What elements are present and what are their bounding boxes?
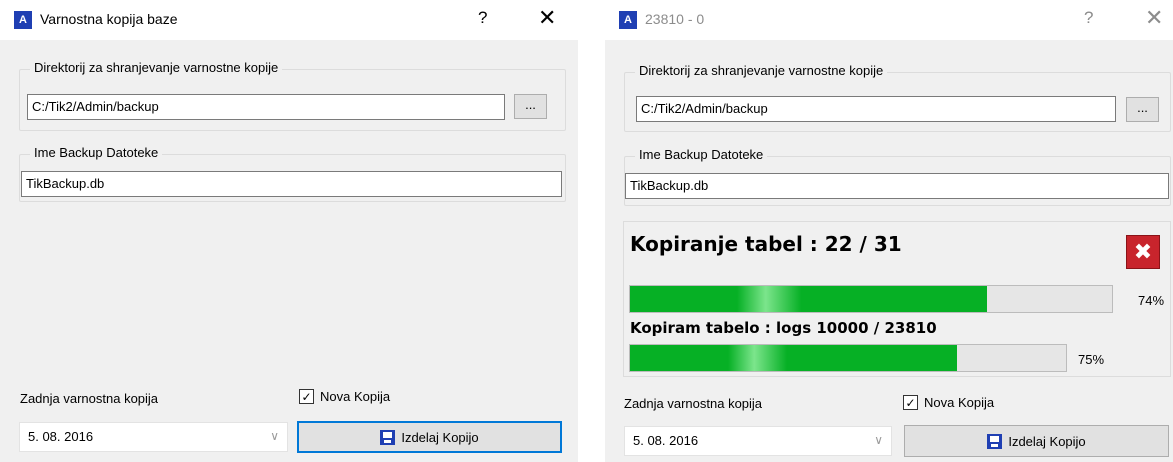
cancel-button[interactable]: ✖	[1126, 235, 1160, 269]
directory-group-label: Direktorij za shranjevanje varnostne kop…	[635, 63, 888, 78]
save-icon	[987, 433, 1003, 449]
rows-percent-label: 75%	[1078, 352, 1105, 367]
last-backup-label: Zadnja varnostna kopija	[20, 391, 159, 406]
filename-group-label: Ime Backup Datoteke	[635, 147, 768, 162]
directory-input[interactable]: C:/Tik2/Admin/backup	[636, 96, 1116, 122]
make-copy-button[interactable]: Izdelaj Kopijo	[297, 421, 562, 453]
chevron-down-icon[interactable]: ∨	[270, 429, 279, 443]
date-picker[interactable]: 5. 08. 2016 ∨	[19, 422, 288, 452]
app-icon: A	[619, 11, 637, 29]
new-copy-checkbox[interactable]: ✓ Nova Kopija	[903, 395, 994, 410]
title-bar[interactable]: A 23810 - 0 ? ✕	[605, 0, 1173, 40]
browse-button[interactable]: ...	[514, 94, 547, 119]
new-copy-label: Nova Kopija	[320, 389, 391, 404]
date-value: 5. 08. 2016	[633, 433, 699, 448]
current-table-label: Kopiram tabelo : logs 10000 / 23810	[630, 319, 937, 337]
tables-progress-fill	[630, 286, 987, 312]
window-title: Varnostna kopija baze	[40, 11, 178, 27]
close-button[interactable]: ✕	[1145, 5, 1163, 31]
save-icon	[380, 429, 396, 445]
new-copy-label: Nova Kopija	[924, 395, 995, 410]
app-icon: A	[14, 11, 32, 29]
help-button[interactable]: ?	[1084, 8, 1093, 28]
browse-button[interactable]: ...	[1126, 97, 1159, 122]
progress-panel: Kopiranje tabel : 22 / 31 ✖ 74% Kopiram …	[623, 221, 1171, 377]
tables-percent-label: 74%	[1138, 293, 1165, 308]
title-bar[interactable]: A Varnostna kopija baze ? ✕	[0, 0, 578, 40]
directory-group-label: Direktorij za shranjevanje varnostne kop…	[30, 60, 283, 75]
close-button[interactable]: ✕	[538, 5, 556, 31]
date-picker[interactable]: 5. 08. 2016 ∨	[624, 426, 892, 456]
cancel-icon: ✖	[1133, 239, 1153, 264]
filename-group-label: Ime Backup Datoteke	[30, 145, 163, 160]
checkbox-box[interactable]: ✓	[299, 389, 314, 404]
chevron-down-icon[interactable]: ∨	[874, 433, 883, 447]
make-copy-label: Izdelaj Kopijo	[1008, 433, 1086, 449]
rows-progress-bar	[629, 344, 1067, 372]
checkbox-box[interactable]: ✓	[903, 395, 918, 410]
directory-input[interactable]: C:/Tik2/Admin/backup	[27, 94, 505, 120]
table-progress-heading: Kopiranje tabel : 22 / 31	[630, 232, 902, 256]
tables-progress-bar	[629, 285, 1113, 313]
rows-progress-fill	[630, 345, 957, 371]
last-backup-label: Zadnja varnostna kopija	[624, 396, 763, 411]
new-copy-checkbox[interactable]: ✓ Nova Kopija	[299, 389, 390, 404]
make-copy-button[interactable]: Izdelaj Kopijo	[904, 425, 1169, 457]
make-copy-label: Izdelaj Kopijo	[401, 429, 479, 445]
filename-input[interactable]: TikBackup.db	[625, 173, 1169, 199]
window-title: 23810 - 0	[645, 11, 705, 27]
help-button[interactable]: ?	[478, 8, 487, 28]
date-value: 5. 08. 2016	[28, 429, 94, 444]
backup-dialog-left: A Varnostna kopija baze ? ✕ Direktorij z…	[0, 0, 578, 462]
filename-input[interactable]: TikBackup.db	[21, 171, 562, 197]
backup-dialog-right: A 23810 - 0 ? ✕ Direktorij za shranjevan…	[605, 0, 1173, 462]
